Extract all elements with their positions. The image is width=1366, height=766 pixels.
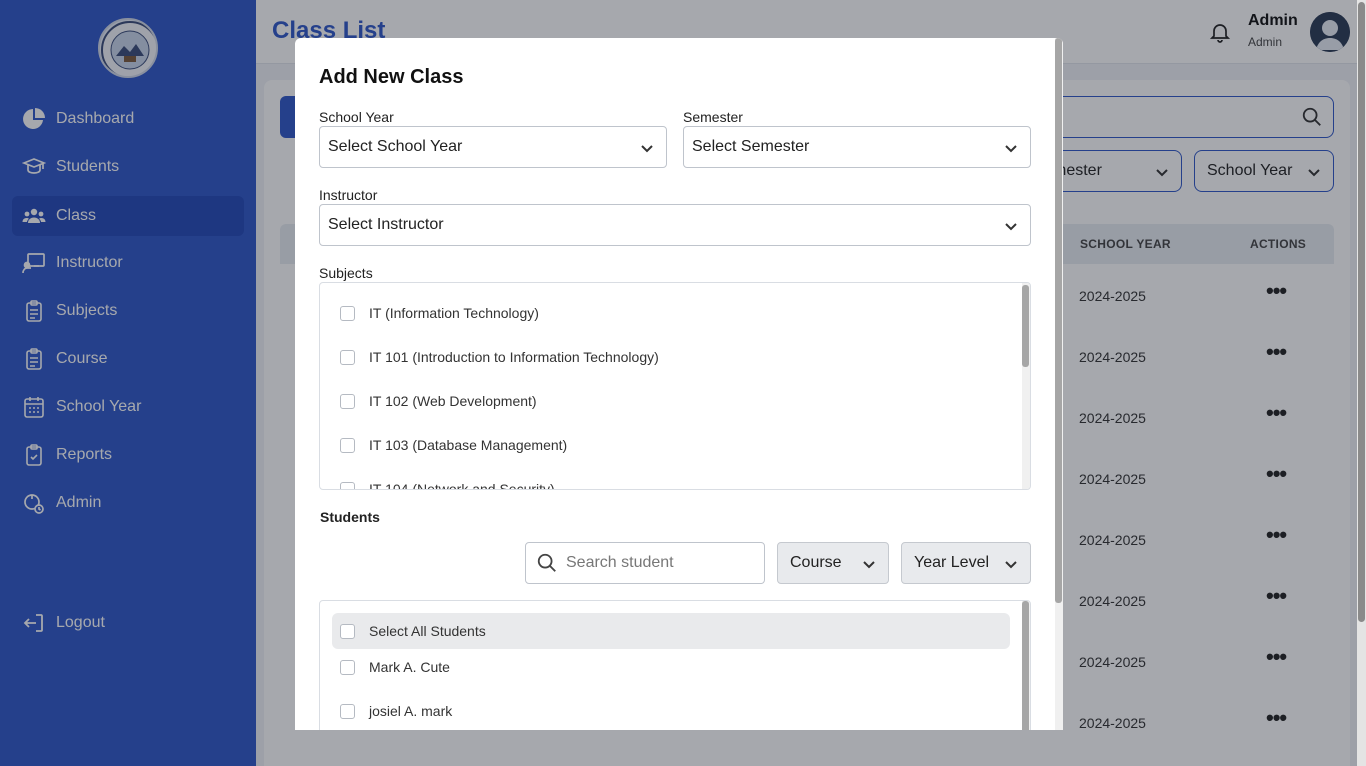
instructor-label: Instructor — [319, 187, 378, 203]
semester-label: Semester — [683, 109, 743, 125]
chevron-down-icon — [1005, 145, 1017, 153]
school-year-label: School Year — [319, 109, 394, 125]
page-scrollbar[interactable] — [1357, 0, 1366, 766]
subjects-scrollbar-thumb[interactable] — [1022, 285, 1029, 367]
school-year-select[interactable]: Select School Year — [319, 126, 667, 168]
subject-option[interactable]: IT 104 (Network and Security) — [340, 479, 555, 490]
student-option[interactable]: josiel A. mark — [340, 701, 452, 721]
checkbox[interactable] — [340, 623, 355, 639]
course-filter-select[interactable]: Course — [777, 542, 889, 584]
checkbox[interactable] — [340, 349, 355, 365]
select-all-students-option[interactable]: Select All Students — [340, 621, 486, 641]
subject-option-label: IT 104 (Network and Security) — [369, 481, 555, 490]
chevron-down-icon — [863, 561, 875, 569]
checkbox[interactable] — [340, 659, 355, 675]
year-level-filter-select[interactable]: Year Level — [901, 542, 1031, 584]
subject-option[interactable]: IT 103 (Database Management) — [340, 435, 567, 455]
search-icon — [537, 553, 556, 572]
chevron-down-icon — [1005, 223, 1017, 231]
chevron-down-icon — [1005, 561, 1017, 569]
modal-title: Add New Class — [319, 66, 464, 88]
instructor-select[interactable]: Select Instructor — [319, 204, 1031, 246]
subject-option-label: IT 101 (Introduction to Information Tech… — [369, 349, 659, 365]
subject-option[interactable]: IT 102 (Web Development) — [340, 391, 537, 411]
school-year-select-value: Select School Year — [328, 138, 463, 155]
select-all-label: Select All Students — [369, 623, 486, 639]
year-level-filter-value: Year Level — [914, 554, 990, 571]
checkbox[interactable] — [340, 481, 355, 489]
checkbox[interactable] — [340, 437, 355, 453]
instructor-select-value: Select Instructor — [328, 216, 444, 233]
course-filter-value: Course — [790, 554, 842, 571]
subjects-list: IT (Information Technology) IT 101 (Intr… — [319, 282, 1031, 490]
add-class-modal: Add New Class School Year Select School … — [295, 38, 1063, 730]
modal-scrollbar[interactable] — [1055, 38, 1063, 730]
subject-option-label: IT 102 (Web Development) — [369, 393, 537, 409]
subjects-label: Subjects — [319, 265, 373, 281]
chevron-down-icon — [641, 145, 653, 153]
students-scrollbar-thumb[interactable] — [1022, 601, 1029, 730]
subjects-scrollbar[interactable] — [1022, 283, 1030, 489]
subject-option[interactable]: IT 101 (Introduction to Information Tech… — [340, 347, 659, 367]
students-scrollbar[interactable] — [1022, 601, 1030, 730]
checkbox[interactable] — [340, 305, 355, 321]
student-search-input[interactable]: Search student — [525, 542, 765, 584]
students-list: Select All Students Mark A. Cute josiel … — [319, 600, 1031, 730]
subject-option-label: IT (Information Technology) — [369, 305, 539, 321]
subject-option-label: IT 103 (Database Management) — [369, 437, 568, 453]
subject-option[interactable]: IT (Information Technology) — [340, 303, 539, 323]
modal-scrollbar-thumb[interactable] — [1055, 38, 1062, 603]
page-scrollbar-thumb[interactable] — [1358, 2, 1365, 622]
students-label: Students — [320, 509, 380, 525]
semester-select[interactable]: Select Semester — [683, 126, 1031, 168]
checkbox[interactable] — [340, 703, 355, 719]
student-option-label: Mark A. Cute — [369, 659, 450, 675]
student-search-placeholder: Search student — [566, 554, 674, 571]
student-option-label: josiel A. mark — [369, 703, 453, 719]
semester-select-value: Select Semester — [692, 138, 810, 155]
student-option[interactable]: Mark A. Cute — [340, 657, 450, 677]
checkbox[interactable] — [340, 393, 355, 409]
